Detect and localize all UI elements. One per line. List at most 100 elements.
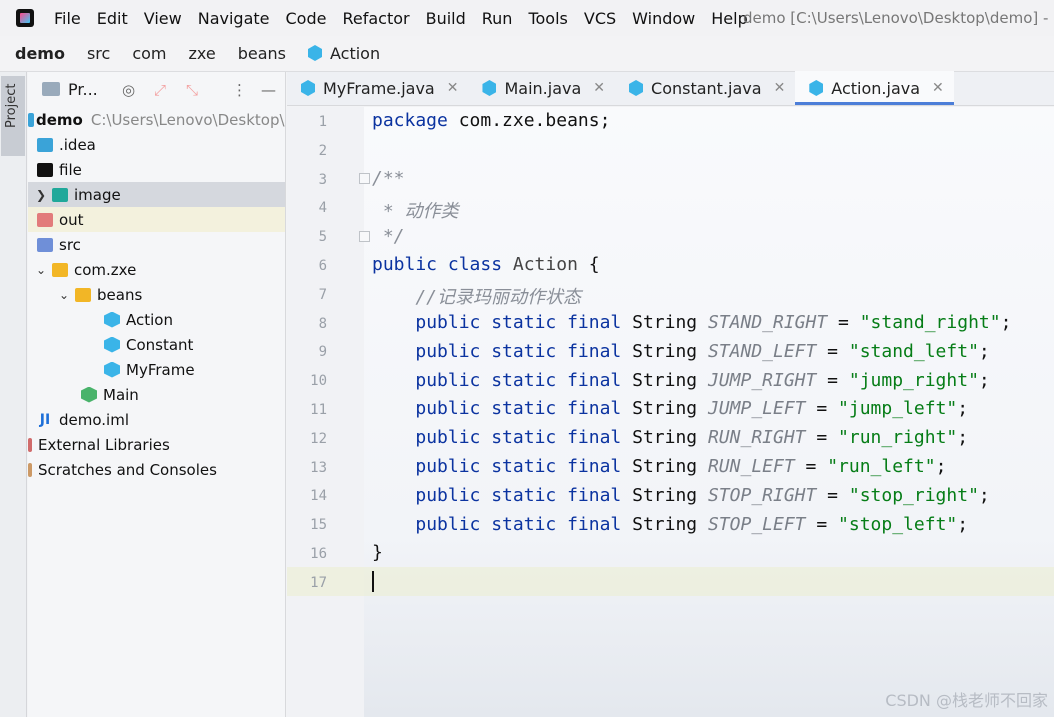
tab-action[interactable]: Action.java ✕ xyxy=(795,71,955,105)
close-icon[interactable]: ✕ xyxy=(774,80,786,96)
package-icon xyxy=(75,287,91,302)
operator: = xyxy=(805,513,839,535)
breadcrumb: demo src com zxe beans Action xyxy=(0,36,1054,72)
project-tool-label: Project xyxy=(4,83,19,128)
code-line-field: public static final String STOP_RIGHT = … xyxy=(372,484,990,506)
tree-item-myframe[interactable]: MyFrame xyxy=(28,357,285,382)
tab-label: Action.java xyxy=(831,78,921,98)
tool-window-stripe: Project xyxy=(0,72,27,717)
semicolon: ; xyxy=(978,340,990,362)
fold-marker-icon[interactable] xyxy=(359,173,370,184)
line-number: 13 xyxy=(310,459,327,476)
tree-item-scratches[interactable]: Scratches and Consoles xyxy=(28,457,285,482)
expand-icon[interactable]: ⤢ xyxy=(154,81,166,99)
tab-myframe[interactable]: MyFrame.java ✕ xyxy=(287,71,468,105)
semicolon: ; xyxy=(957,427,969,449)
tree-item-idea[interactable]: .idea xyxy=(28,132,285,157)
menu-build[interactable]: Build xyxy=(426,9,466,28)
field-name: STOP_RIGHT xyxy=(707,484,817,506)
keyword: package xyxy=(372,110,448,131)
breadcrumb-action-label: Action xyxy=(330,44,381,63)
collapse-icon[interactable]: ⤡ xyxy=(186,81,198,99)
code-line-16: } xyxy=(372,542,383,563)
tree-item-main[interactable]: Main xyxy=(28,382,285,407)
menu-vcs[interactable]: VCS xyxy=(584,9,616,28)
menu-run[interactable]: Run xyxy=(482,9,513,28)
breadcrumb-com[interactable]: com xyxy=(132,44,166,63)
menu-view[interactable]: View xyxy=(144,9,182,28)
resource-folder-icon xyxy=(52,187,68,202)
tree-item-external-libraries[interactable]: External Libraries xyxy=(28,432,285,457)
close-icon[interactable]: ✕ xyxy=(932,80,944,96)
close-icon[interactable]: ✕ xyxy=(447,80,459,96)
line-number: 1 xyxy=(318,114,327,130)
type-name: String xyxy=(621,340,708,362)
folder-icon xyxy=(37,162,53,177)
chevron-right-icon[interactable]: ❯ xyxy=(34,188,48,202)
semicolon: ; xyxy=(1000,312,1012,333)
tab-constant[interactable]: Constant.java ✕ xyxy=(615,71,795,105)
java-class-icon xyxy=(308,45,322,61)
tree-item-com-zxe[interactable]: ⌄ com.zxe xyxy=(28,257,285,282)
breadcrumb-zxe[interactable]: zxe xyxy=(189,44,216,63)
tree-item-out[interactable]: out xyxy=(28,207,285,232)
menu-edit[interactable]: Edit xyxy=(97,9,128,28)
breadcrumb-demo[interactable]: demo xyxy=(15,44,65,63)
package-icon xyxy=(52,262,68,277)
string-literal: "run_right" xyxy=(838,427,958,449)
keyword: public static final xyxy=(415,398,622,420)
string-literal: "run_left" xyxy=(827,456,936,477)
tree-item-demo[interactable]: demo C:\Users\Lenovo\Desktop\c xyxy=(28,107,285,132)
chevron-down-icon[interactable]: ⌄ xyxy=(34,263,48,277)
menu-code[interactable]: Code xyxy=(286,9,327,28)
menu-navigate[interactable]: Navigate xyxy=(198,9,270,28)
source-folder-icon xyxy=(37,237,53,252)
tree-item-file[interactable]: file xyxy=(28,157,285,182)
hide-icon[interactable]: — xyxy=(261,81,276,99)
type-name: String xyxy=(621,456,708,477)
menu-file[interactable]: File xyxy=(54,9,81,28)
string-literal: "jump_left" xyxy=(838,398,958,420)
close-icon[interactable]: ✕ xyxy=(593,80,605,96)
code-line-3: /** xyxy=(372,168,405,189)
line-number: 6 xyxy=(318,258,327,274)
tree-item-image[interactable]: ❯ image xyxy=(28,182,285,207)
options-icon[interactable]: ⋮ xyxy=(232,81,247,99)
line-number: 17 xyxy=(310,574,327,591)
field-name: STOP_LEFT xyxy=(707,513,806,535)
menu-refactor[interactable]: Refactor xyxy=(342,9,409,28)
project-tool-button[interactable]: Project xyxy=(1,76,25,156)
menu-tools[interactable]: Tools xyxy=(528,9,567,28)
java-class-icon xyxy=(104,336,120,353)
tree-item-beans[interactable]: ⌄ beans xyxy=(28,282,285,307)
tree-item-action[interactable]: Action xyxy=(28,307,285,332)
chevron-down-icon[interactable]: ⌄ xyxy=(57,288,71,302)
tree-item-demo-iml[interactable]: JI demo.iml xyxy=(28,407,285,432)
menu-window[interactable]: Window xyxy=(632,9,695,28)
tree-item-label: src xyxy=(59,235,81,254)
project-panel-title[interactable]: Pr... xyxy=(68,80,98,99)
tree-item-label: Main xyxy=(103,385,139,404)
tab-label: Main.java xyxy=(504,78,582,98)
tree-item-label: out xyxy=(59,210,84,229)
current-line-highlight xyxy=(287,567,1054,596)
semicolon: ; xyxy=(978,484,990,506)
window-title: demo [C:\Users\Lenovo\Desktop\demo] - xyxy=(743,9,1048,27)
tab-main[interactable]: Main.java ✕ xyxy=(468,71,615,105)
tree-item-label: file xyxy=(59,160,82,179)
library-icon xyxy=(28,437,32,452)
project-panel-header: Pr... ◎ ⤢ ⤡ ⋮ — xyxy=(28,72,285,106)
tree-item-src[interactable]: src xyxy=(28,232,285,257)
breadcrumb-action[interactable]: Action xyxy=(308,44,380,63)
breadcrumb-src[interactable]: src xyxy=(87,44,110,63)
fold-marker-icon[interactable] xyxy=(359,231,370,242)
breadcrumb-beans[interactable]: beans xyxy=(238,44,286,63)
tree-item-constant[interactable]: Constant xyxy=(28,332,285,357)
line-number: 16 xyxy=(310,546,327,562)
excluded-folder-icon xyxy=(37,212,53,227)
target-icon[interactable]: ◎ xyxy=(122,81,135,99)
